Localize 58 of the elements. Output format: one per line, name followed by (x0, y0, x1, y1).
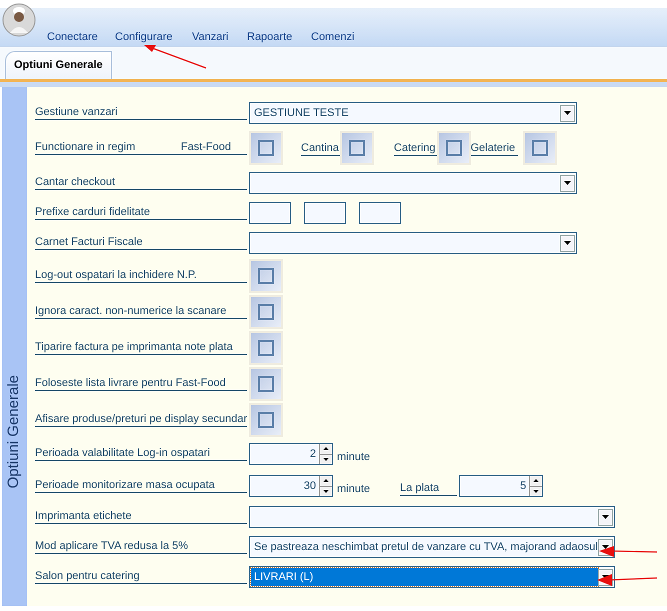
menu-item[interactable]: Comenzi (311, 30, 354, 42)
input-field[interactable] (359, 202, 401, 224)
dropdown[interactable] (249, 506, 615, 528)
field-label: Salon pentru catering (35, 570, 140, 583)
field-label: Afisare produse/preturi pe display secundar (35, 413, 248, 426)
tab[interactable]: Optiuni Generale (5, 51, 112, 79)
checkbox[interactable] (258, 140, 274, 156)
annotation-arrow (598, 545, 658, 559)
input-field[interactable] (304, 202, 346, 224)
annotation-arrow (596, 573, 658, 587)
chef-avatar-icon[interactable] (2, 3, 36, 37)
field-label: Tiparire factura pe imprimanta note plata (35, 341, 233, 354)
unit-label: minute (337, 482, 370, 496)
checkbox[interactable] (258, 268, 274, 284)
checkbox[interactable] (258, 412, 274, 428)
checkbox[interactable] (258, 376, 274, 392)
dropdown[interactable] (249, 172, 577, 194)
field-label: La plata (400, 482, 458, 496)
panel-title: Optiuni Generale (4, 374, 24, 488)
spinner-field[interactable]: 5 (459, 475, 544, 497)
field-label: Foloseste lista livrare pentru Fast-Food (35, 377, 226, 390)
input-field[interactable] (249, 202, 291, 224)
checkbox[interactable] (258, 304, 274, 320)
dropdown[interactable]: LIVRARI (L) (249, 566, 615, 588)
field-label: Log-out ospatari la inchidere N.P. (35, 269, 197, 282)
spin-up-icon[interactable] (323, 447, 329, 450)
field-label: Cantar checkout (35, 176, 116, 189)
spin-down-icon[interactable] (323, 458, 329, 461)
dropdown[interactable] (249, 232, 577, 254)
menu-item[interactable]: Rapoarte (247, 30, 292, 42)
checkbox[interactable] (258, 340, 274, 356)
field-label: Mod aplicare TVA redusa la 5% (35, 540, 188, 553)
field-label: Imprimanta etichete (35, 510, 132, 523)
spinner-field[interactable]: 2 (249, 443, 333, 465)
menu-item[interactable]: Conectare (47, 30, 98, 42)
field-label: Functionare in regim (35, 141, 136, 154)
field-label: Carnet Facturi Fiscale (35, 236, 143, 249)
unit-label: minute (337, 450, 370, 464)
checkbox[interactable] (446, 140, 462, 156)
option-label: Gelaterie (470, 142, 518, 156)
annotation-arrow (142, 44, 208, 70)
field-label: Gestiune vanzari (35, 106, 118, 119)
checkbox[interactable] (348, 140, 365, 156)
menu-item[interactable]: Vanzari (192, 30, 228, 42)
spin-up-icon[interactable] (323, 479, 329, 482)
dropdown[interactable]: GESTIUNE TESTE (249, 102, 577, 124)
spin-down-icon[interactable] (323, 490, 329, 493)
field-label: Fast-Food (180, 141, 231, 154)
field-label: Perioada valabilitate Log-in ospatari (35, 447, 210, 460)
checkbox[interactable] (532, 140, 548, 156)
spin-down-icon[interactable] (533, 490, 540, 493)
menu-item[interactable]: Configurare (115, 30, 172, 42)
spinner-field[interactable]: 30 (249, 475, 333, 497)
dropdown[interactable]: Se pastreaza neschimbat pretul de vanzare cu TVA, majorand adaosul (249, 536, 615, 558)
field-label: Prefixe carduri fidelitate (35, 206, 150, 219)
spin-up-icon[interactable] (533, 479, 540, 482)
field-label: Ignora caract. non-numerice la scanare (35, 305, 226, 318)
field-label: Perioade monitorizare masa ocupata (35, 479, 215, 492)
